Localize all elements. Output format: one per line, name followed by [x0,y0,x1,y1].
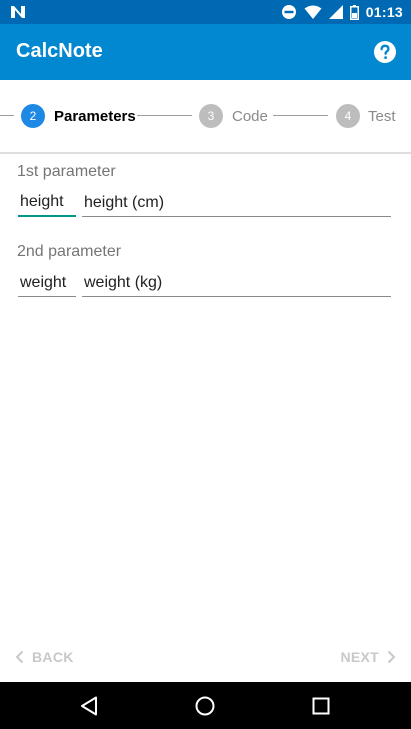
chevron-right-icon [387,650,396,664]
back-label: BACK [32,649,74,665]
param-2-heading: 2nd parameter [17,243,122,260]
step-4-circle[interactable]: 4 [336,104,360,128]
step-2-circle[interactable]: 2 [21,104,45,128]
step-connector [0,115,14,116]
notification-n-icon [11,6,25,18]
param-1-name-input[interactable] [18,189,76,217]
status-time: 01:13 [365,4,403,20]
param-1-description-input[interactable] [82,189,391,217]
param-2-name-input[interactable] [18,269,76,297]
step-4-label[interactable]: Test [368,108,396,125]
step-3-circle[interactable]: 3 [199,104,223,128]
stepper-nav: BACK NEXT [0,634,411,682]
wifi-icon [304,5,322,19]
recents-square-icon[interactable] [309,694,333,718]
app-bar: CalcNote [0,24,411,80]
home-circle-icon[interactable] [193,694,217,718]
status-bar: 01:13 [0,0,411,24]
status-icons: 01:13 [281,0,403,24]
next-label: NEXT [340,649,379,665]
back-triangle-icon[interactable] [78,694,102,718]
chevron-left-icon [15,650,24,664]
battery-icon [349,4,359,20]
param-2-description-input[interactable] [82,269,391,297]
stepper: 2 Parameters 3 Code 4 Test [0,80,411,154]
step-2-label[interactable]: Parameters [54,108,136,125]
next-button[interactable]: NEXT [340,649,396,665]
step-3-label[interactable]: Code [232,108,268,125]
step-connector [273,115,328,116]
step-connector [137,115,192,116]
system-nav-bar [0,682,411,729]
help-icon[interactable] [373,40,397,64]
param-1-heading: 1st parameter [17,163,116,180]
app-title: CalcNote [16,40,103,62]
back-button[interactable]: BACK [15,649,74,665]
do-not-disturb-icon [281,5,296,19]
cell-signal-icon [328,5,343,19]
